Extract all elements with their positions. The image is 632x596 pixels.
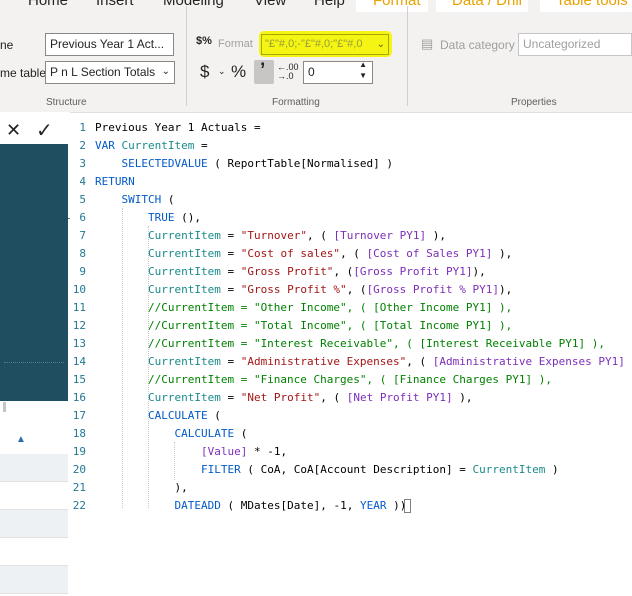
line-number: 10 [72,283,86,296]
line-number: 18 [72,427,86,440]
home-table-label: me table [0,66,47,80]
table-header: ▲ [0,412,68,454]
tab-home[interactable]: Home [28,0,68,9]
name-field[interactable]: Previous Year 1 Act... [45,33,174,56]
tab-format[interactable]: Format [373,0,421,9]
chevron-down-icon: ⌄ [376,39,385,50]
line-text: VAR CurrentItem = [95,139,208,152]
line-text: FILTER ( CoA, CoA[Account Description] =… [200,463,559,476]
line-number: 14 [72,355,86,368]
line-number: 7 [79,229,86,242]
line-text: CALCULATE ( [147,409,221,422]
line-text: //CurrentItem = "Finance Charges", ( [Fi… [95,373,552,386]
tab-table-tools[interactable]: Table tools [556,0,628,9]
line-number: 20 [72,463,86,476]
line-number: 2 [79,139,86,152]
line-text: SELECTEDVALUE ( ReportTable[Normalised] … [121,157,394,170]
currency-button[interactable]: $ [200,62,209,82]
line-number: 16 [72,391,86,404]
home-table-value: P n L Section Totals [50,65,156,79]
check-icon[interactable]: ✓ [36,118,53,143]
line-text: SWITCH ( [121,193,175,206]
ribbon: Home Insert Modeling View Help Format Da… [0,0,632,112]
line-number: 13 [72,337,86,350]
tab-data-drill[interactable]: Data / Drill [452,0,522,9]
line-number: 1 [79,121,86,134]
format-label: Format [218,38,253,50]
line-text: //CurrentItem = "Other Income", ( [Other… [95,301,513,314]
ribbon-tabs: Home Insert Modeling View Help Format Da… [0,0,632,12]
table-visual: ▲ [0,412,68,595]
decimal-places-value: 0 [308,65,315,79]
line-text: CurrentItem = "Cost of sales", ( [Cost o… [147,247,513,260]
comma-icon: ’ [260,60,266,81]
percent-button[interactable]: % [231,62,246,82]
line-number: 22 [72,499,86,512]
line-text: //CurrentItem = "Interest Receivable", (… [95,337,605,350]
group-separator [407,6,408,106]
line-text: CurrentItem = "Net Profit", ( [Net Profi… [147,391,473,404]
formatting-group-label: Formatting [272,97,320,108]
line-number: 11 [72,301,86,314]
line-number: 15 [72,373,86,386]
line-number: 3 [79,157,86,170]
chevron-down-icon: ⌄ [161,66,170,77]
decimal-places-icon[interactable]: ←.00 →.0 [277,63,299,81]
line-text: RETURN [95,175,135,188]
report-canvas-strip [0,144,68,401]
line-number: 21 [72,481,86,494]
table-row[interactable] [0,566,68,594]
line-text: TRUE (), [147,211,201,224]
line-text: CurrentItem = "Turnover", ( [Turnover PY… [147,229,447,242]
line-text: Previous Year 1 Actuals = [95,121,261,134]
sort-ascending-icon[interactable]: ▲ [16,434,26,445]
line-text: DATEADD ( MDates[Date], -1, YEAR )) [174,499,407,512]
bracket-match-highlight [404,499,411,513]
data-category-icon: ▤ [421,36,434,51]
data-category-select[interactable]: Uncategorized [518,33,632,56]
line-text: CurrentItem = "Gross Profit %", ([Gross … [147,283,513,296]
line-number: 19 [72,445,86,458]
comma-style-button[interactable]: ’ [254,60,274,84]
structure-group-label: Structure [46,97,87,108]
tab-modeling[interactable]: Modeling [163,0,224,9]
line-number: 17 [72,409,86,422]
line-text: ), [95,481,188,494]
tab-view[interactable]: View [254,0,286,9]
line-number: 6 [79,211,86,224]
tab-insert[interactable]: Insert [96,0,134,9]
properties-group-label: Properties [511,97,557,108]
divider [4,362,64,364]
chevron-down-icon[interactable]: ⌄ [218,66,226,77]
format-string-select[interactable]: "£"#,0;-"£"#,0;"£"#,0 ⌄ [261,34,389,55]
decimal-places-stepper[interactable]: 0 ▲ ▼ [303,61,373,84]
name-label: ne [0,38,14,52]
line-text: CurrentItem = "Gross Profit", ([Gross Pr… [147,265,486,278]
line-text: [Value] * -1, [200,445,288,458]
formula-bar-actions: ✕ ✓ [0,118,68,144]
format-string-value: "£"#,0;-"£"#,0;"£"#,0 [265,38,363,50]
data-category-label: Data category [440,38,515,52]
line-text: CurrentItem = "Administrative Expenses",… [147,355,632,368]
table-row[interactable] [0,482,68,510]
table-row[interactable] [0,510,68,538]
table-row[interactable] [0,454,68,482]
data-category-value: Uncategorized [523,37,601,51]
line-number: 9 [79,265,86,278]
stepper-arrows-icon[interactable]: ▲ ▼ [359,62,367,81]
line-number: 8 [79,247,86,260]
line-number: 12 [72,319,86,332]
group-separator [186,6,187,106]
line-number: 4 [79,175,86,188]
table-row[interactable] [0,538,68,566]
format-icon: $% [196,35,212,47]
home-table-select[interactable]: P n L Section Totals ⌄ [45,61,175,84]
line-text: //CurrentItem = "Total Income", ( [Total… [95,319,513,332]
line-text: CALCULATE ( [174,427,248,440]
close-icon[interactable]: ✕ [6,120,21,141]
line-number: 5 [79,193,86,206]
tab-help[interactable]: Help [314,0,345,9]
